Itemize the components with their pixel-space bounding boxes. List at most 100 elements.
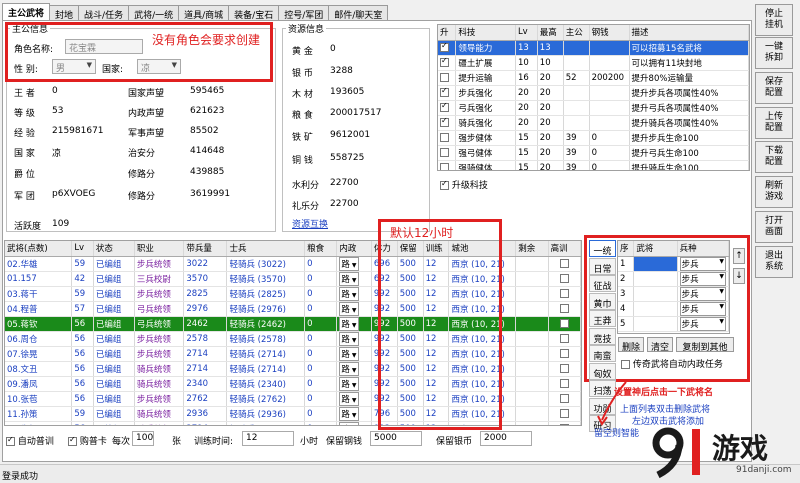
tech-check-cell[interactable] bbox=[438, 85, 457, 101]
general-cell-hightrain[interactable] bbox=[548, 406, 581, 422]
auto-task-toggle[interactable]: 传奇武将自动内政任务 bbox=[621, 357, 723, 370]
gov-select[interactable]: 路▼ bbox=[339, 346, 359, 360]
general-cell-hightrain[interactable] bbox=[548, 331, 581, 347]
formation-tab-2[interactable]: 征战 bbox=[589, 275, 616, 292]
formation-cell-general[interactable] bbox=[633, 256, 678, 272]
tab-0[interactable]: 主公武将 bbox=[2, 3, 51, 21]
tech-row[interactable]: 强骑健体 15 20 39 0 提升骑兵生命100 bbox=[438, 160, 749, 170]
formation-tab-7[interactable]: 匈奴 bbox=[589, 362, 616, 380]
general-cell-hightrain[interactable] bbox=[548, 316, 581, 332]
formation-cell-type[interactable]: 步兵 ▼ bbox=[677, 316, 729, 332]
gov-select[interactable]: 路▼ bbox=[339, 391, 359, 405]
tech-row[interactable]: 强弓健体 15 20 39 0 提升弓兵生命100 bbox=[438, 145, 749, 161]
general-cell-hightrain[interactable] bbox=[548, 376, 581, 392]
formation-row[interactable]: 4 步兵 ▼ bbox=[618, 301, 729, 317]
tech-row[interactable]: 强步健体 15 20 39 0 提升步兵生命100 bbox=[438, 130, 749, 146]
gov-select[interactable]: 路▼ bbox=[339, 301, 359, 315]
formation-tab-6[interactable]: 南蛮 bbox=[589, 345, 616, 362]
gender-select[interactable]: 男 ▼ bbox=[52, 59, 96, 74]
tech-row[interactable]: 疆土扩展1010可以拥有11块封地 bbox=[438, 55, 749, 71]
troop-type-select[interactable]: 步兵 ▼ bbox=[679, 271, 726, 285]
troop-type-select[interactable]: 步兵 ▼ bbox=[679, 316, 726, 330]
general-cell-hightrain[interactable] bbox=[548, 421, 581, 425]
general-cell-gov[interactable]: 路▼ bbox=[336, 316, 372, 332]
formation-cell-type[interactable]: 步兵 ▼ bbox=[677, 301, 729, 317]
general-cell-gov[interactable]: 路▼ bbox=[336, 391, 372, 407]
tech-row[interactable]: 步兵强化2020提升步兵各项属性40% bbox=[438, 85, 749, 101]
general-cell-gov[interactable]: 路▼ bbox=[336, 346, 372, 362]
gov-select[interactable]: 路▼ bbox=[339, 271, 359, 285]
troop-type-select[interactable]: 步兵 ▼ bbox=[679, 256, 726, 270]
formation-cell-general[interactable] bbox=[633, 301, 678, 317]
upgrade-tech-toggle[interactable]: 升级科技 bbox=[440, 178, 488, 191]
tab-3[interactable]: 武将/一统 bbox=[128, 5, 180, 21]
general-cell-gov[interactable]: 路▼ bbox=[336, 361, 372, 377]
formation-cell-type[interactable]: 步兵 ▼ bbox=[677, 256, 729, 272]
tab-6[interactable]: 控号/军团 bbox=[278, 5, 330, 21]
formation-tab-3[interactable]: 黄巾 bbox=[589, 292, 616, 310]
general-cell-gov[interactable]: 路▼ bbox=[336, 331, 372, 347]
side-button-3[interactable]: 上传 配置 bbox=[755, 107, 793, 139]
gov-select[interactable]: 路▼ bbox=[339, 316, 359, 330]
formation-cell-type[interactable]: 步兵 ▼ bbox=[677, 286, 729, 302]
formation-cell-general[interactable] bbox=[633, 271, 678, 287]
formation-cell-general[interactable] bbox=[633, 316, 678, 332]
each-input[interactable]: 100 bbox=[132, 431, 154, 446]
gov-select[interactable]: 路▼ bbox=[339, 331, 359, 345]
general-cell-gov[interactable]: 路▼ bbox=[336, 376, 372, 392]
gov-select[interactable]: 路▼ bbox=[339, 406, 359, 420]
general-cell-hightrain[interactable] bbox=[548, 271, 581, 287]
lord-name-input[interactable]: 花宝霖 bbox=[65, 39, 143, 54]
formation-row[interactable]: 3 步兵 ▼ bbox=[618, 286, 729, 302]
general-cell-hightrain[interactable] bbox=[548, 256, 581, 272]
tech-check-cell[interactable] bbox=[438, 160, 457, 170]
general-cell-hightrain[interactable] bbox=[548, 391, 581, 407]
general-cell-hightrain[interactable] bbox=[548, 286, 581, 302]
auto-train-toggle[interactable]: 自动普训 bbox=[6, 434, 54, 447]
tech-row[interactable]: 骑兵强化2020提升骑兵各项属性40% bbox=[438, 115, 749, 131]
formation-tab-4[interactable]: 王莽 bbox=[589, 310, 616, 327]
gov-select[interactable]: 路▼ bbox=[339, 361, 359, 375]
tab-4[interactable]: 道具/商城 bbox=[178, 5, 230, 21]
tech-row[interactable]: 弓兵强化2020提升弓兵各项属性40% bbox=[438, 100, 749, 116]
move-down-button[interactable]: ↓ bbox=[733, 268, 745, 284]
buy-card-toggle[interactable]: 购普卡 bbox=[68, 434, 107, 447]
side-button-6[interactable]: 打开 画面 bbox=[755, 211, 793, 243]
tech-check-cell[interactable] bbox=[438, 130, 457, 146]
side-button-2[interactable]: 保存 配置 bbox=[755, 72, 793, 104]
general-cell-gov[interactable]: 路▼ bbox=[336, 286, 372, 302]
general-cell-gov[interactable]: 路▼ bbox=[336, 421, 372, 425]
formation-tab-0[interactable]: 一统 bbox=[589, 240, 616, 257]
tab-5[interactable]: 装备/宝石 bbox=[228, 5, 280, 21]
gov-select[interactable]: 路▼ bbox=[339, 286, 359, 300]
side-button-0[interactable]: 停止 挂机 bbox=[755, 4, 793, 36]
side-button-4[interactable]: 下载 配置 bbox=[755, 141, 793, 173]
formation-tab-1[interactable]: 日常 bbox=[589, 257, 616, 275]
tech-check-cell[interactable] bbox=[438, 55, 457, 71]
general-cell-hightrain[interactable] bbox=[548, 346, 581, 362]
side-button-7[interactable]: 退出 系统 bbox=[755, 246, 793, 278]
side-button-5[interactable]: 刷新 游戏 bbox=[755, 176, 793, 208]
delete-button[interactable]: 删除 bbox=[618, 337, 644, 353]
gov-select[interactable]: 路▼ bbox=[339, 421, 359, 425]
keep-silver-input[interactable]: 2000 bbox=[480, 431, 532, 446]
formation-cell-type[interactable]: 步兵 ▼ bbox=[677, 271, 729, 287]
general-cell-gov[interactable]: 路▼ bbox=[336, 271, 372, 287]
copy-to-other-button[interactable]: 复制到其他 bbox=[676, 337, 734, 353]
formation-row[interactable]: 5 步兵 ▼ bbox=[618, 316, 729, 332]
gov-select[interactable]: 路▼ bbox=[339, 376, 359, 390]
tech-check-cell[interactable] bbox=[438, 40, 457, 56]
tab-1[interactable]: 封地 bbox=[49, 5, 80, 21]
side-button-1[interactable]: 一键 拆卸 bbox=[755, 37, 793, 69]
tech-check-cell[interactable] bbox=[438, 100, 457, 116]
general-cell-gov[interactable]: 路▼ bbox=[336, 301, 372, 317]
gov-select[interactable]: 路▼ bbox=[339, 256, 359, 270]
clear-button[interactable]: 清空 bbox=[647, 337, 673, 353]
tech-check-cell[interactable] bbox=[438, 70, 457, 86]
tech-check-cell[interactable] bbox=[438, 145, 457, 161]
general-cell-hightrain[interactable] bbox=[548, 301, 581, 317]
formation-row[interactable]: 2 步兵 ▼ bbox=[618, 271, 729, 287]
country-select[interactable]: 凉 ▼ bbox=[137, 59, 181, 74]
train-time-input[interactable]: 12 bbox=[242, 431, 294, 446]
general-cell-gov[interactable]: 路▼ bbox=[336, 256, 372, 272]
